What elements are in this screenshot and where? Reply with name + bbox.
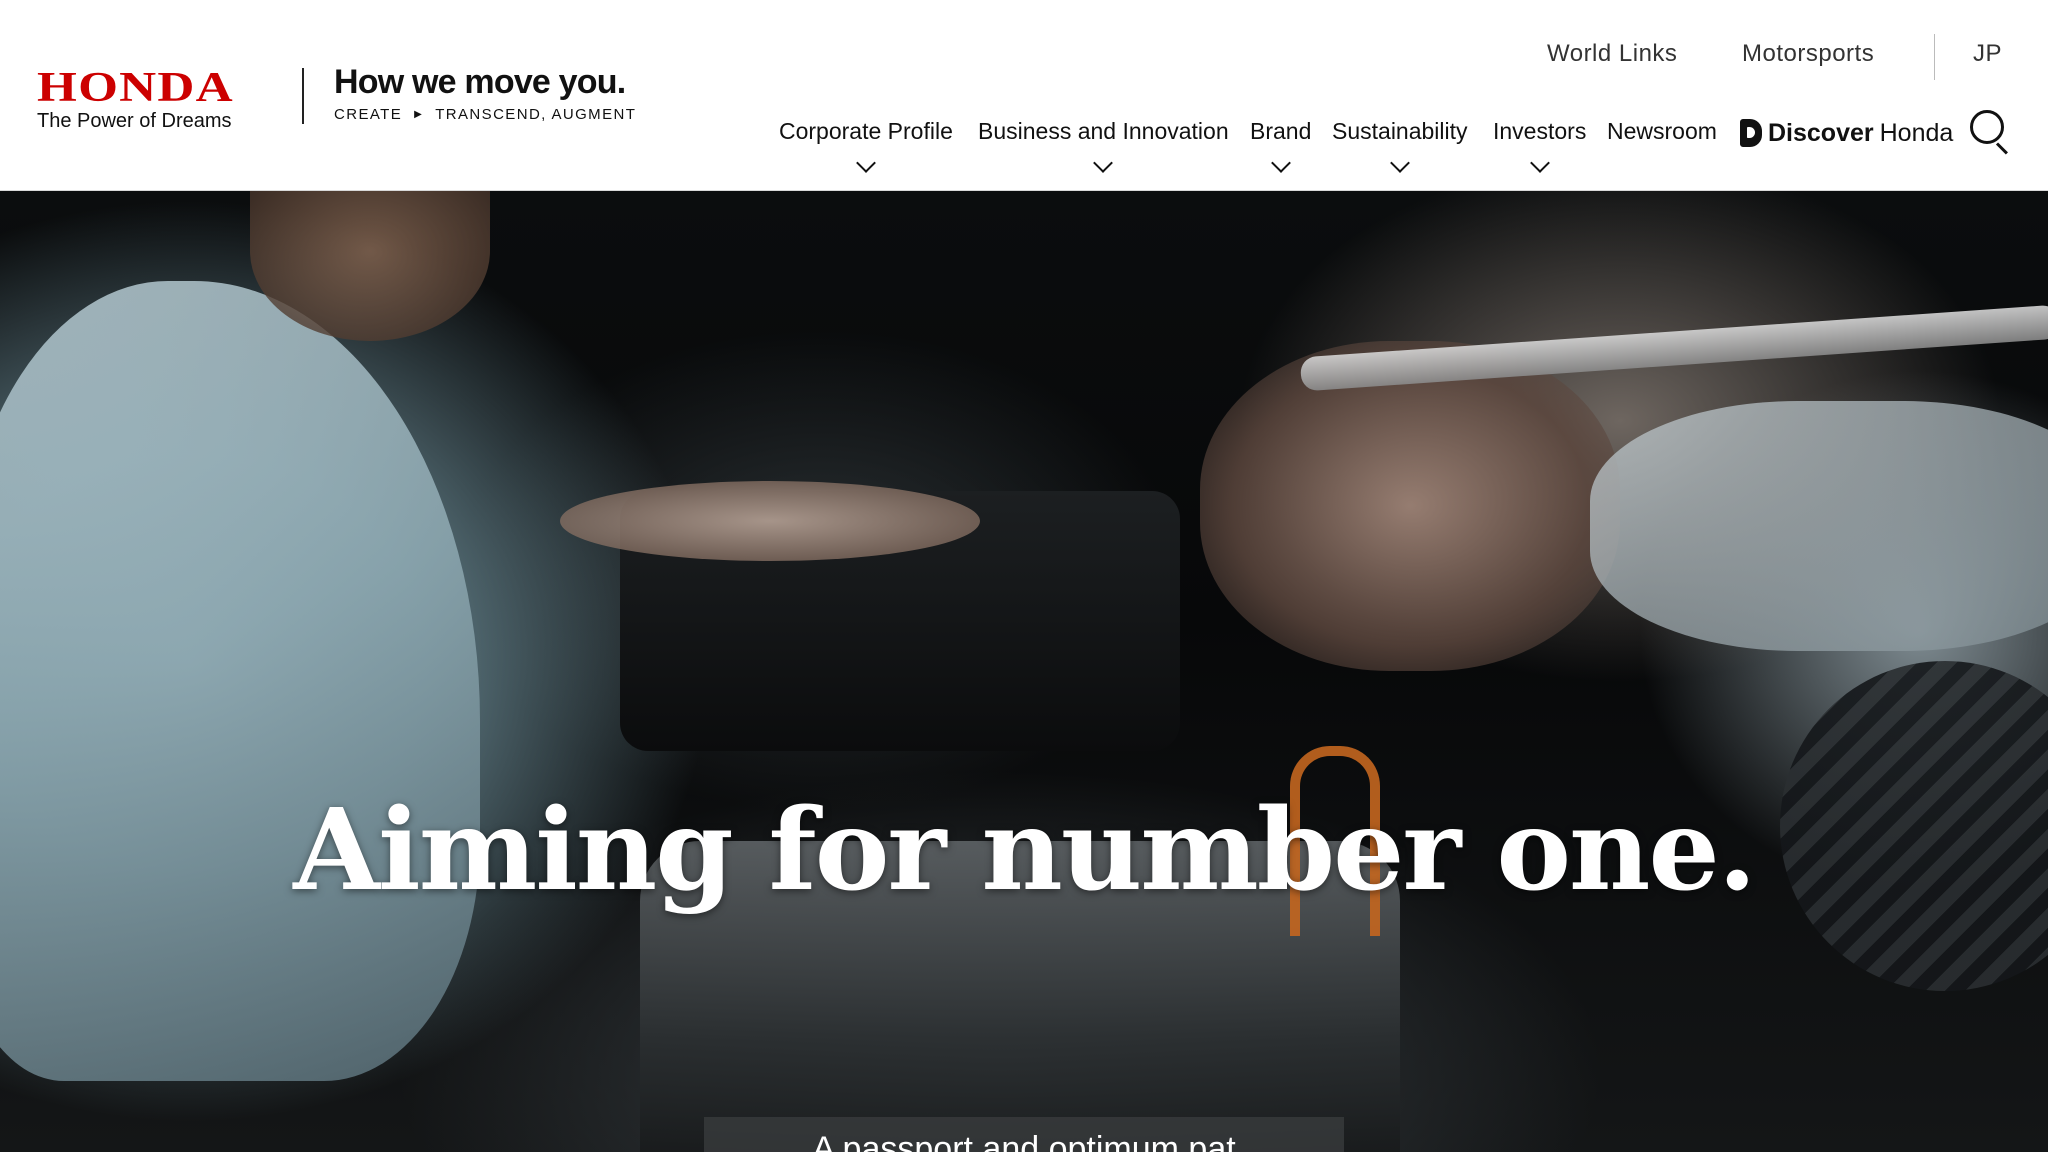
play-arrow-icon: ▶ [414,109,424,120]
nav-investors[interactable]: Investors [1493,116,1587,173]
chevron-down-icon [1529,153,1550,173]
nav-label: Brand [1250,118,1312,144]
engineer-hand [560,481,980,561]
utility-nav: World Links Motorsports JP [0,34,2048,80]
nav-label: Business and Innovation [978,118,1229,144]
nav-business-innovation[interactable]: Business and Innovation [978,116,1229,173]
chevron-down-icon [1270,153,1291,173]
hero-heading: Aiming for number one. [293,785,1756,917]
nav-label: Sustainability [1332,118,1468,144]
hero-video: Aiming for number one. A passport and op… [0,191,2048,1152]
site-header: HONDA The Power of Dreams How we move yo… [0,0,2048,191]
discover-honda-icon [1740,119,1762,147]
discover-label-light: Honda [1879,118,1954,147]
nav-corporate-profile[interactable]: Corporate Profile [779,116,953,173]
slogan-sub-left: CREATE [334,106,403,123]
slogan-subline: CREATE ▶ TRANSCEND, AUGMENT [334,106,674,123]
lab-coat-sleeve [0,281,480,1081]
utility-world-links[interactable]: World Links [1547,38,1677,70]
utility-motorsports[interactable]: Motorsports [1742,38,1874,70]
chevron-down-icon [856,153,876,173]
chevron-down-icon [1093,153,1114,173]
discover-honda-link[interactable]: Discover Honda [1740,116,1953,150]
logo-tagline: The Power of Dreams [37,110,232,132]
nav-sustainability[interactable]: Sustainability [1332,116,1468,173]
nav-newsroom[interactable]: Newsroom [1607,116,1717,146]
nav-label: Corporate Profile [779,118,953,144]
search-button[interactable] [1970,110,2014,155]
language-jp[interactable]: JP [1973,38,2002,70]
discover-label-strong: Discover [1768,118,1874,147]
engineer-hands-wrench [1200,341,1620,671]
nav-label: Newsroom [1607,118,1717,144]
right-lab-coat-sleeve [1590,401,2048,651]
slogan-sub-right: TRANSCEND, AUGMENT [435,106,637,123]
chevron-down-icon [1389,153,1410,173]
search-icon [1970,110,2004,144]
nav-brand[interactable]: Brand [1250,116,1312,173]
utility-divider [1934,34,1935,80]
hero-caption: A passport and optimum pat [704,1117,1344,1152]
search-icon-handle [1995,142,2008,155]
nav-label: Investors [1493,118,1587,144]
